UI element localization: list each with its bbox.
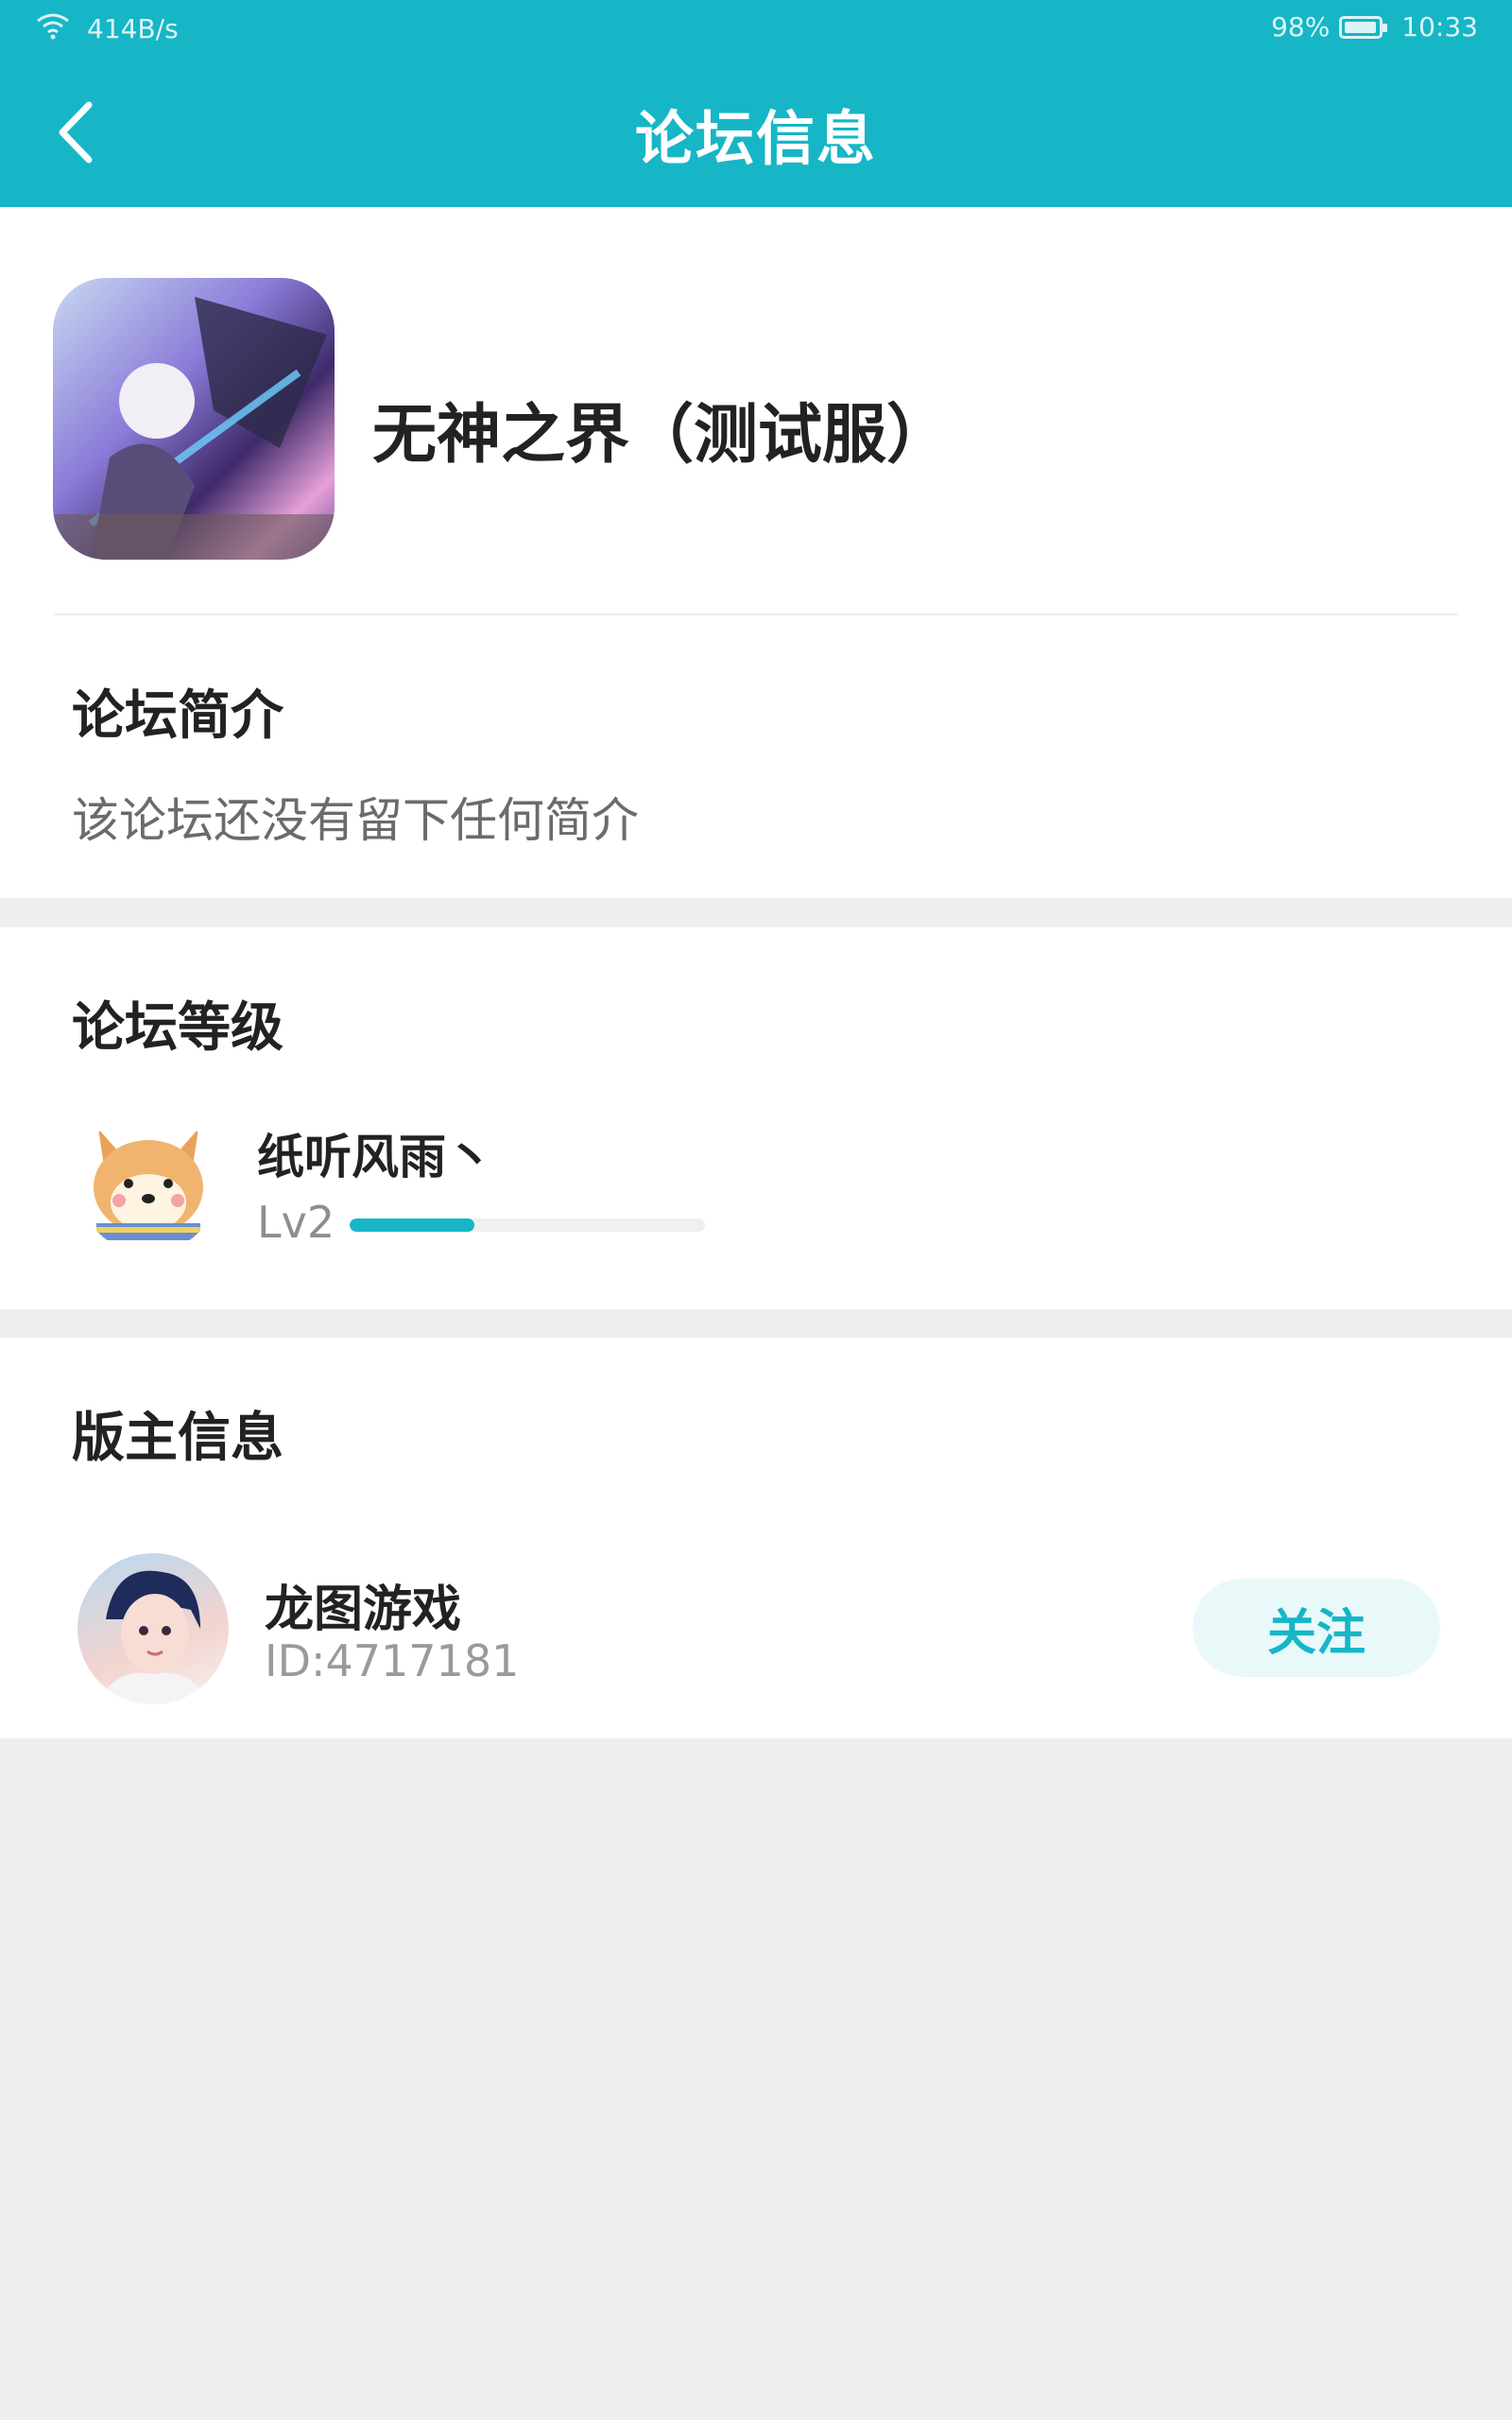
clock: 10:33 <box>1401 11 1478 43</box>
moderator-id: ID:4717181 <box>265 1635 520 1686</box>
battery-fill <box>1345 21 1377 33</box>
level-title: 论坛等级 <box>72 997 284 1059</box>
app-header: 414B/s 98% 10:33 论坛信息 <box>0 0 1512 207</box>
status-right: 98% 10:33 <box>1271 11 1478 43</box>
level-progress-fill <box>350 1219 474 1232</box>
level-label: Lv2 <box>257 1197 335 1248</box>
page-title: 论坛信息 <box>634 104 877 173</box>
status-left: 414B/s <box>36 11 179 46</box>
avatar[interactable] <box>77 1112 219 1253</box>
moderator-avatar[interactable] <box>77 1553 229 1704</box>
wifi-icon <box>36 11 70 46</box>
user-name: 纸听风雨丶 <box>257 1130 493 1184</box>
divider <box>53 614 1459 615</box>
forum-game-icon <box>53 278 335 560</box>
moderator-title: 版主信息 <box>72 1408 284 1469</box>
status-bar: 414B/s 98% 10:33 <box>0 0 1512 59</box>
level-progress-bar <box>350 1219 705 1232</box>
network-speed: 414B/s <box>87 13 179 44</box>
intro-title: 论坛简介 <box>72 685 284 747</box>
moderator-name: 龙图游戏 <box>265 1582 462 1638</box>
battery-icon <box>1339 15 1388 39</box>
intro-text: 该论坛还没有留下任何简介 <box>72 793 639 848</box>
battery-percent: 98% <box>1271 11 1331 43</box>
follow-button[interactable]: 关注 <box>1193 1579 1440 1677</box>
forum-name: 无神之界（测试服） <box>372 398 952 473</box>
